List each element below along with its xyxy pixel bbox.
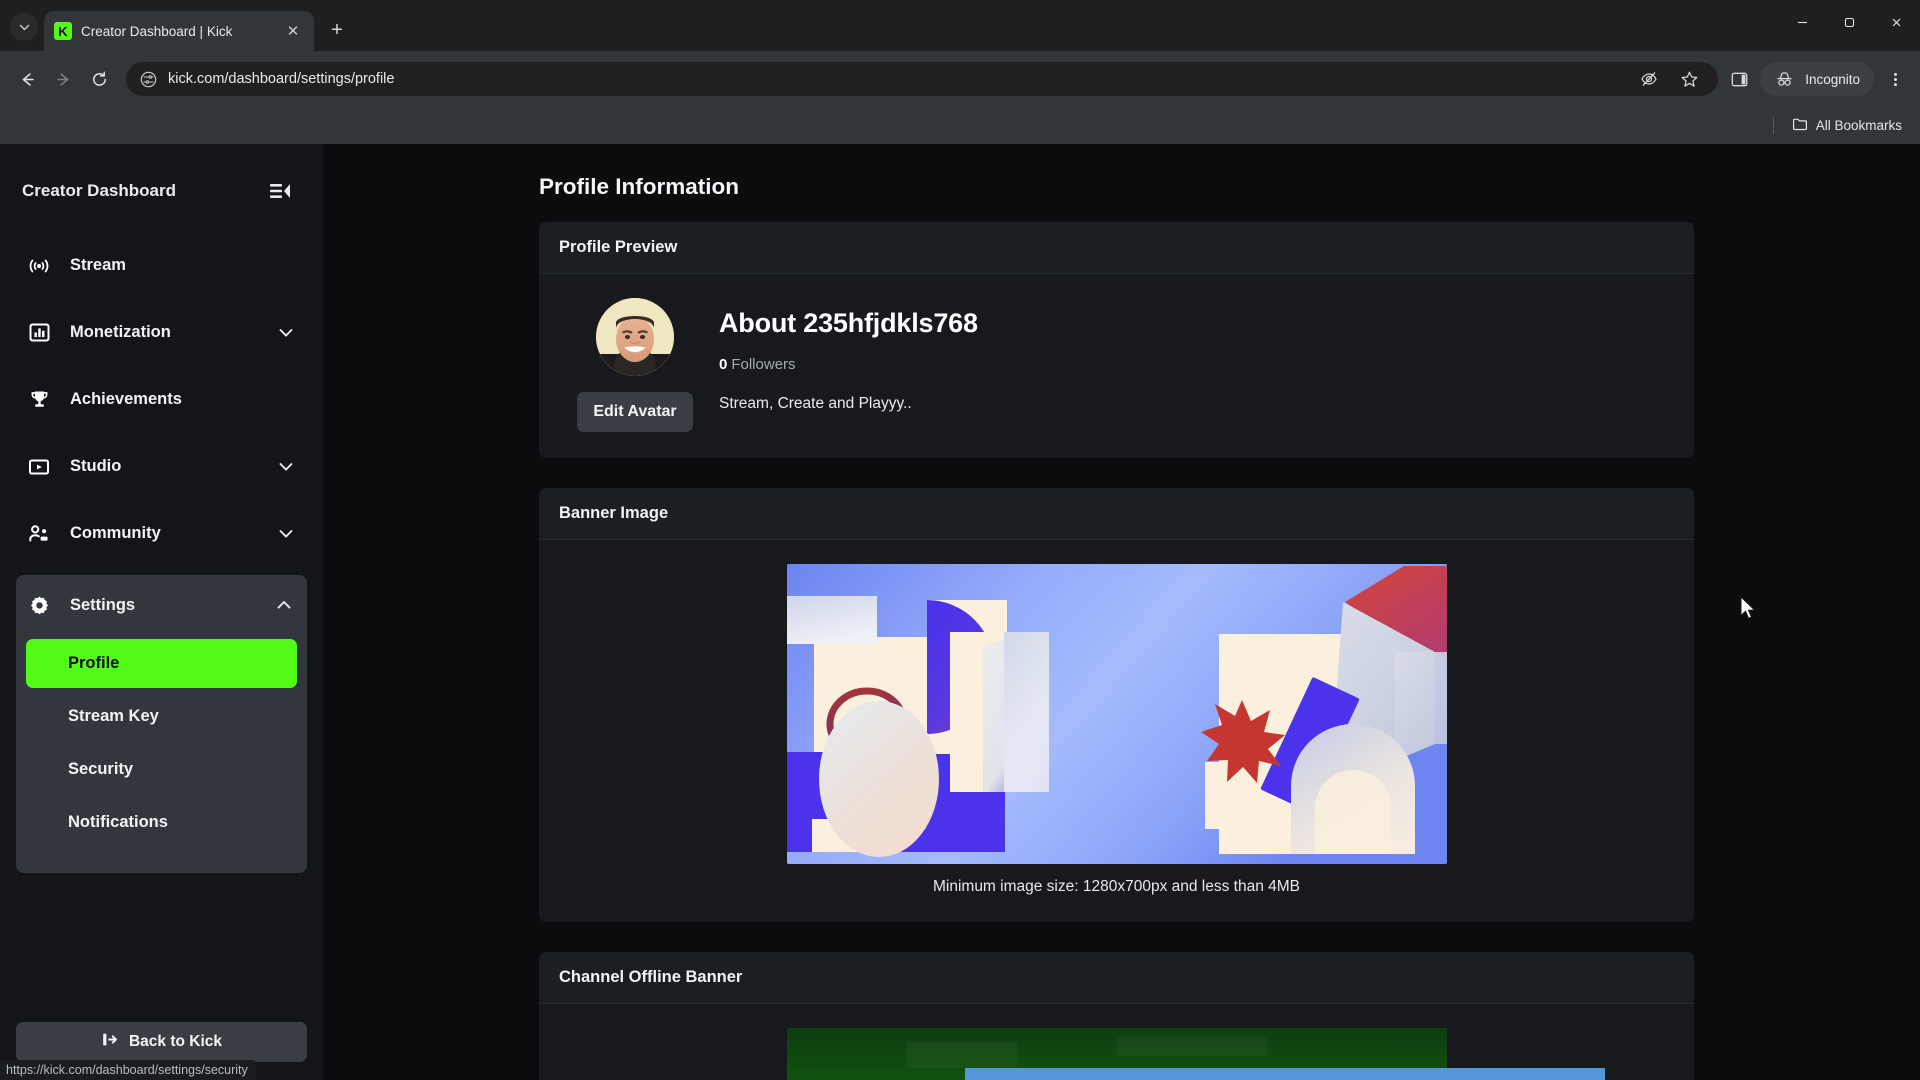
offline-banner-patch [907, 1042, 1017, 1068]
incognito-label: Incognito [1805, 71, 1860, 87]
bookmarks-bar: All Bookmarks [0, 107, 1920, 144]
avatar-photo [596, 298, 674, 376]
sidebar-item-achievements[interactable]: Achievements [0, 366, 323, 433]
followers-count: 0 [719, 356, 728, 373]
new-tab-button[interactable]: + [322, 15, 352, 45]
profile-preview-card: Profile Preview Edit Avatar About 235hfj… [539, 222, 1694, 458]
page-settings-icon[interactable] [138, 69, 158, 89]
offline-banner-patch [1117, 1036, 1267, 1056]
sidebar-subitem-label: Profile [68, 654, 120, 672]
maximize-icon[interactable] [1826, 0, 1873, 44]
sidebar-item-label: Studio [70, 457, 122, 475]
all-bookmarks-label: All Bookmarks [1815, 118, 1902, 133]
incognito-icon [1771, 66, 1797, 92]
sidebar-subitem-security[interactable]: Security [26, 745, 297, 794]
browser-tab[interactable]: K Creator Dashboard | Kick ✕ [44, 11, 314, 51]
back-to-kick-button[interactable]: Back to Kick [16, 1022, 307, 1062]
omnibox-actions [1636, 66, 1706, 92]
exit-icon [101, 1031, 118, 1053]
sidebar-subitem-profile[interactable]: Profile [26, 639, 297, 688]
chevron-down-icon [277, 458, 295, 476]
banner-size-note: Minimum image size: 1280x700px and less … [932, 878, 1301, 895]
page-content: Creator Dashboard Stream Monetization Ac… [0, 144, 1920, 1080]
video-player-icon [28, 456, 50, 478]
sidebar-item-stream[interactable]: Stream [0, 232, 323, 299]
sidebar-item-label: Achievements [70, 390, 182, 408]
folder-icon [1792, 116, 1808, 135]
sidebar-subitem-notifications[interactable]: Notifications [26, 798, 297, 847]
sidebar-header: Creator Dashboard [0, 162, 323, 208]
followers-label: Followers [731, 356, 796, 373]
forward-arrow-icon[interactable] [46, 62, 80, 96]
banner-artwork [786, 564, 1447, 864]
address-bar[interactable]: kick.com/dashboard/settings/profile [126, 62, 1719, 96]
all-bookmarks-button[interactable]: All Bookmarks [1792, 116, 1902, 135]
broadcast-icon [28, 255, 50, 277]
chevron-up-icon [275, 596, 293, 614]
back-arrow-icon[interactable] [10, 62, 44, 96]
sidebar-item-label: Monetization [70, 323, 171, 341]
profile-bio: Stream, Create and Playyy.. [719, 395, 912, 412]
status-bar-url: https://kick.com/dashboard/settings/secu… [0, 1060, 256, 1080]
sidebar-item-monetization[interactable]: Monetization [0, 299, 323, 366]
tab-strip: K Creator Dashboard | Kick ✕ + [0, 0, 1920, 51]
sidebar-subitem-label: Stream Key [68, 707, 159, 725]
sidebar-collapse-icon[interactable] [267, 178, 293, 204]
back-to-kick-label: Back to Kick [128, 1033, 223, 1050]
card-header: Banner Image [539, 488, 1694, 540]
browser-toolbar: kick.com/dashboard/settings/profile Inco… [0, 51, 1920, 107]
main-content: Profile Information Profile Preview Edit… [323, 144, 1920, 1080]
sidebar-item-settings[interactable]: Settings [16, 575, 307, 635]
chevron-down-icon [277, 324, 295, 342]
sidebar-nav: Stream Monetization Achievements Studio … [0, 232, 323, 873]
sidebar-subitem-label: Notifications [68, 813, 168, 831]
sidebar-item-label: Community [70, 524, 161, 542]
incognito-indicator[interactable]: Incognito [1760, 62, 1874, 96]
card-header: Channel Offline Banner [539, 952, 1694, 1004]
bar-chart-icon [28, 322, 50, 344]
banner-image[interactable] [786, 564, 1447, 864]
channel-offline-banner-card: Channel Offline Banner [539, 952, 1694, 1080]
sidebar-item-community[interactable]: Community [0, 500, 323, 567]
gear-icon [28, 594, 50, 616]
close-tab-icon[interactable]: ✕ [282, 20, 304, 42]
page-title: Profile Information [539, 174, 740, 199]
sidebar-item-label: Stream [70, 256, 126, 274]
people-icon [28, 523, 50, 545]
browser-window: K Creator Dashboard | Kick ✕ + kick.com/… [0, 0, 1920, 1080]
sidebar-settings-group: Settings Profile Stream Key Security Not… [16, 575, 307, 873]
reload-icon[interactable] [82, 62, 116, 96]
chevron-down-icon [277, 525, 295, 543]
minimize-icon[interactable] [1779, 0, 1826, 44]
mouse-cursor [1740, 595, 1757, 621]
banner-image-card: Banner Image Minimum image size: 1280x70… [539, 488, 1694, 922]
card-header: Profile Preview [539, 222, 1694, 274]
close-window-icon[interactable] [1873, 0, 1920, 44]
side-panel-icon[interactable] [1726, 66, 1752, 92]
sidebar-item-label: Settings [70, 595, 136, 614]
eye-off-icon[interactable] [1636, 66, 1662, 92]
kebab-menu-icon[interactable] [1880, 62, 1910, 96]
edit-avatar-button[interactable]: Edit Avatar [577, 392, 693, 432]
window-controls [1779, 0, 1920, 44]
avatar [596, 298, 674, 376]
card-body: Minimum image size: 1280x700px and less … [539, 540, 1694, 922]
sidebar-item-studio[interactable]: Studio [0, 433, 323, 500]
followers-row: 0 Followers [719, 356, 978, 373]
tab-title: Creator Dashboard | Kick [81, 23, 233, 39]
favicon-letter: K [58, 23, 68, 39]
card-body: Edit Avatar About 235hfjdkls768 0 Followe… [539, 274, 1694, 458]
sidebar: Creator Dashboard Stream Monetization Ac… [0, 144, 323, 1080]
profile-name: About 235hfjdkls768 [719, 308, 978, 338]
sidebar-subitem-stream-key[interactable]: Stream Key [26, 692, 297, 741]
horizontal-scrollbar[interactable] [965, 1068, 1605, 1080]
bookmarks-divider [1772, 117, 1774, 134]
kick-favicon-icon: K [54, 22, 72, 40]
sidebar-title: Creator Dashboard [22, 181, 176, 200]
tab-search-button[interactable] [10, 13, 38, 41]
star-icon[interactable] [1676, 66, 1702, 92]
url-text[interactable]: kick.com/dashboard/settings/profile [168, 71, 1626, 87]
sidebar-subitem-label: Security [68, 760, 134, 778]
trophy-icon [28, 389, 50, 411]
